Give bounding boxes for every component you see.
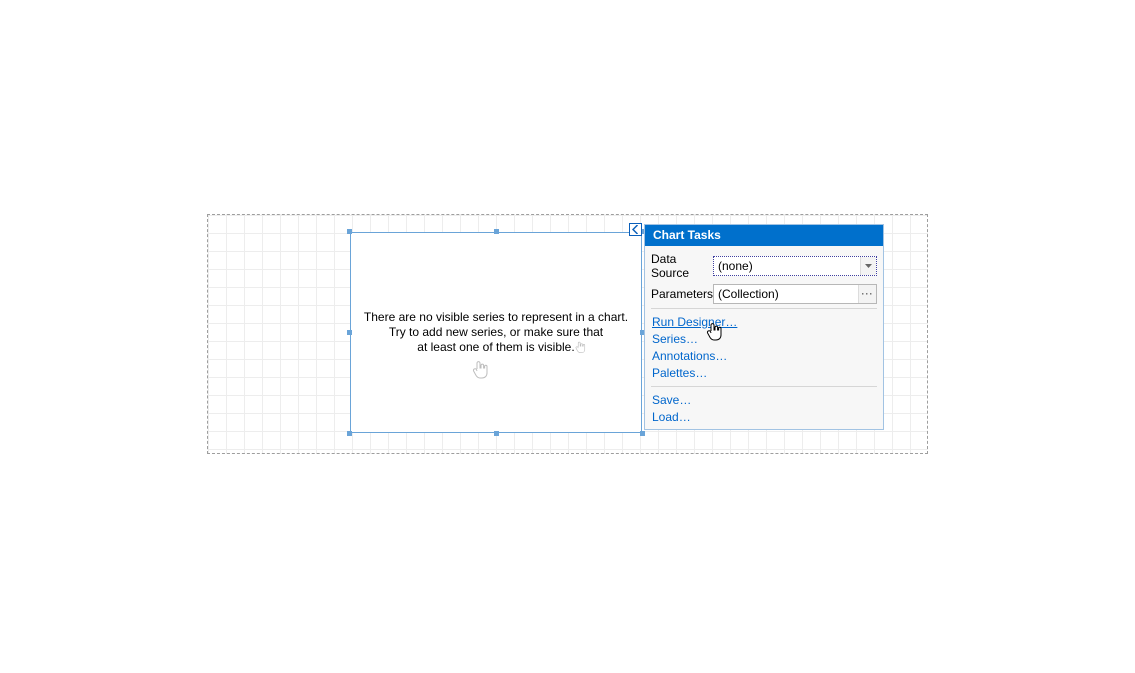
action-run-designer[interactable]: Run Designer…	[652, 314, 877, 331]
prop-label-datasource: Data Source	[651, 252, 713, 280]
action-series[interactable]: Series…	[652, 331, 877, 348]
prop-label-parameters: Parameters	[651, 287, 713, 301]
resize-handle-nw[interactable]	[347, 229, 352, 234]
parameters-ellipsis-button[interactable]: ···	[858, 285, 876, 303]
action-annotations[interactable]: Annotations…	[652, 348, 877, 365]
prop-row-datasource: Data Source (none)	[651, 252, 877, 280]
chart-empty-line1: There are no visible series to represent…	[364, 310, 628, 324]
chart-empty-line2: Try to add new series, or make sure that	[389, 325, 603, 339]
datasource-dropdown-button[interactable]	[860, 257, 876, 275]
resize-handle-se[interactable]	[640, 431, 645, 436]
chart-empty-message: There are no visible series to represent…	[364, 310, 628, 355]
chevron-left-icon	[632, 225, 639, 234]
chart-control[interactable]: There are no visible series to represent…	[350, 232, 642, 433]
chevron-down-icon	[865, 264, 872, 268]
action-save[interactable]: Save…	[652, 392, 877, 409]
chart-empty-line3: at least one of them is visible.	[417, 340, 574, 354]
separator	[651, 386, 877, 387]
resize-handle-sw[interactable]	[347, 431, 352, 436]
chart-tasks-popup: Chart Tasks Data Source (none) Parameter…	[644, 224, 884, 430]
action-load[interactable]: Load…	[652, 409, 877, 426]
resize-handle-n[interactable]	[494, 229, 499, 234]
prop-row-parameters: Parameters (Collection) ···	[651, 284, 877, 304]
prop-value-parameters[interactable]: (Collection) ···	[713, 284, 877, 304]
smart-tag-glyph[interactable]	[629, 223, 642, 236]
chart-tasks-body: Data Source (none) Parameters (Collectio…	[645, 246, 883, 429]
prop-text-datasource: (none)	[714, 259, 860, 273]
resize-handle-w[interactable]	[347, 330, 352, 335]
prop-text-parameters: (Collection)	[714, 287, 858, 301]
action-palettes[interactable]: Palettes…	[652, 365, 877, 382]
resize-handle-s[interactable]	[494, 431, 499, 436]
prop-value-datasource[interactable]: (none)	[713, 256, 877, 276]
chart-tasks-title: Chart Tasks	[645, 225, 883, 246]
separator	[651, 308, 877, 309]
